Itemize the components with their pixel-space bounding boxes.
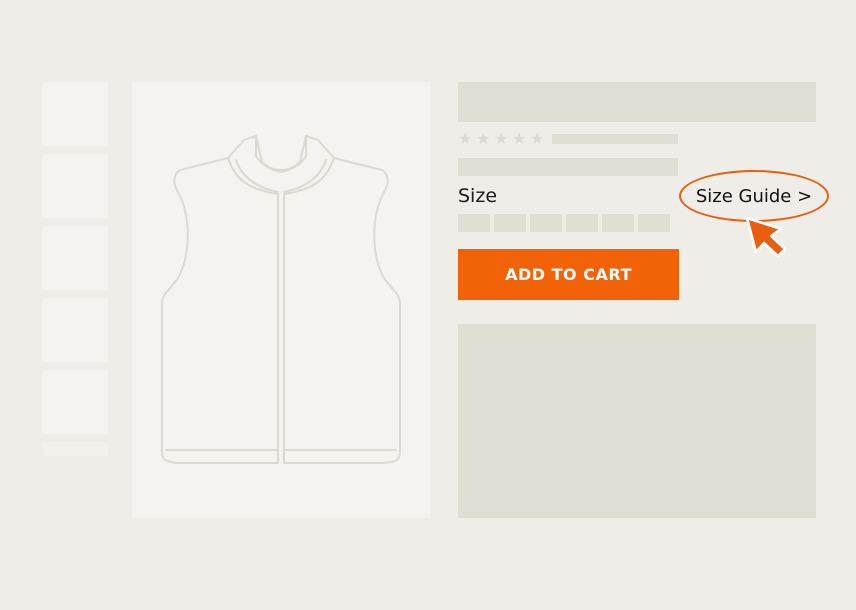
vest-outline-icon bbox=[161, 135, 401, 464]
size-label: Size bbox=[458, 185, 498, 207]
star-icon: ★ bbox=[494, 129, 509, 148]
price-placeholder bbox=[458, 158, 678, 176]
size-option[interactable] bbox=[494, 214, 526, 232]
size-guide-label: Size Guide > bbox=[695, 185, 813, 207]
product-main-image bbox=[132, 82, 430, 518]
cursor-arrow-icon bbox=[745, 216, 787, 258]
star-icon: ★ bbox=[458, 129, 473, 148]
thumbnail-2[interactable] bbox=[42, 154, 108, 218]
thumbnail-3[interactable] bbox=[42, 226, 108, 290]
size-options bbox=[458, 214, 670, 232]
thumbnail-1[interactable] bbox=[42, 82, 108, 146]
size-option[interactable] bbox=[638, 214, 670, 232]
star-icon: ★ bbox=[512, 129, 527, 148]
size-option[interactable] bbox=[602, 214, 634, 232]
size-option[interactable] bbox=[566, 214, 598, 232]
star-icon: ★ bbox=[530, 129, 545, 148]
thumbnail-4[interactable] bbox=[42, 298, 108, 362]
thumbnail-6-partial[interactable] bbox=[42, 442, 108, 456]
rating-stars[interactable]: ★ ★ ★ ★ ★ bbox=[458, 131, 548, 147]
size-option[interactable] bbox=[530, 214, 562, 232]
review-count-placeholder bbox=[552, 134, 678, 144]
description-placeholder bbox=[458, 324, 816, 518]
thumbnail-5[interactable] bbox=[42, 370, 108, 434]
size-option[interactable] bbox=[458, 214, 490, 232]
star-icon: ★ bbox=[476, 129, 491, 148]
add-to-cart-button[interactable]: ADD TO CART bbox=[458, 249, 679, 300]
product-title-placeholder bbox=[458, 82, 816, 122]
thumbnail-gallery bbox=[42, 82, 108, 464]
